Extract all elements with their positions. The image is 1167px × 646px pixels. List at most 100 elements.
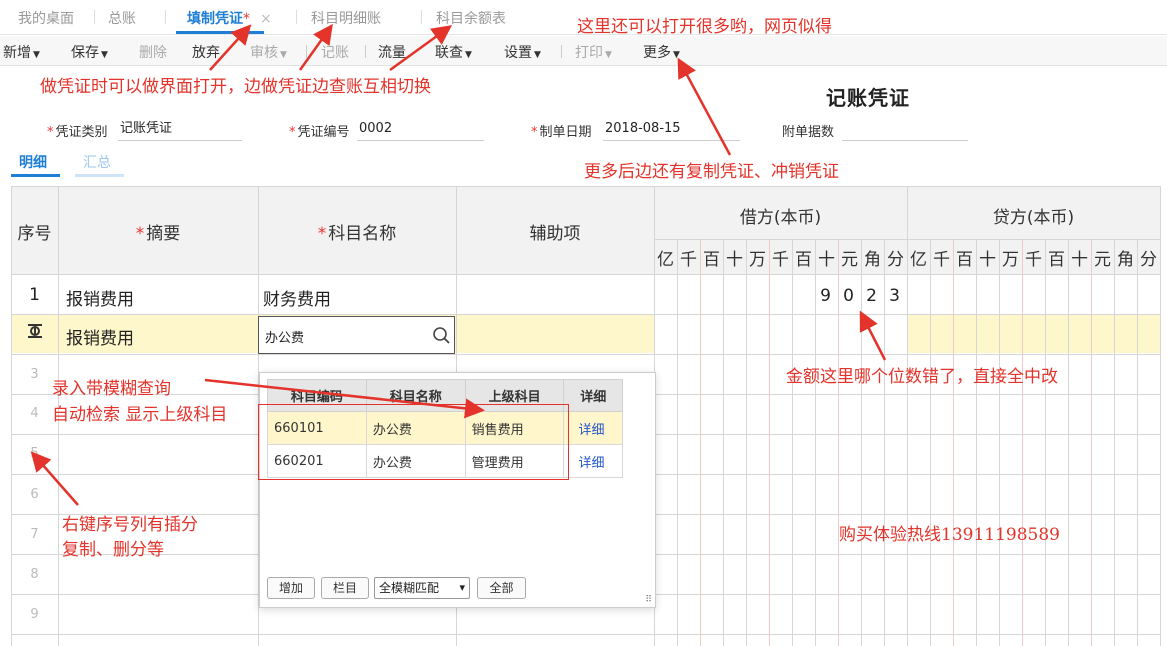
grid-hline: [11, 274, 1160, 275]
row-1-debit-digit[interactable]: 2: [860, 286, 883, 306]
required-mark: *: [317, 224, 327, 244]
tab-account-detail[interactable]: 科目明细账: [311, 8, 381, 28]
discard-button[interactable]: 放弃: [192, 42, 220, 62]
row-seq[interactable]: 4: [11, 406, 58, 421]
add-account-button[interactable]: 增加: [267, 577, 315, 599]
row-1-debit-digit[interactable]: 0: [837, 286, 860, 306]
digit-header: 十: [818, 250, 835, 270]
row-seq[interactable]: 3: [11, 367, 58, 382]
chevron-down-icon: ▾: [459, 581, 465, 594]
voucher-number-field[interactable]: 0002: [357, 119, 484, 141]
required-mark: *: [289, 125, 296, 140]
tab-close-icon[interactable]: ×: [260, 11, 272, 27]
annotation-box: [258, 404, 569, 480]
entry-date-label: * 制单日期: [531, 121, 592, 140]
linked-query-label: 联查: [435, 45, 463, 61]
chevron-down-icon: ▼: [605, 50, 612, 60]
suggest-detail-link[interactable]: 详细: [563, 444, 623, 478]
digit-header: 千: [680, 250, 697, 270]
row-seq[interactable]: 9: [11, 607, 58, 622]
show-all-button[interactable]: 全部: [477, 577, 526, 599]
attachments-label: 附单据数: [782, 125, 835, 140]
voucher-type-field[interactable]: 记账凭证: [118, 119, 242, 141]
cashflow-button[interactable]: 流量: [378, 42, 406, 62]
audit-label: 审核: [250, 45, 278, 61]
chevron-down-icon: ▼: [465, 50, 472, 60]
grid-vline: [792, 239, 793, 646]
chevron-down-icon: ▼: [280, 50, 287, 60]
annotation-rightclick-2: 复制、删分等: [62, 540, 164, 560]
settings-button[interactable]: 设置 ▼: [504, 42, 541, 62]
row-2-summary[interactable]: 报销费用: [66, 324, 134, 349]
grid-vline: [999, 239, 1000, 646]
annotation-switch: 做凭证时可以做界面打开，边做凭证边查账互相切换: [40, 77, 431, 97]
settings-label: 设置: [504, 45, 532, 61]
voucher-number-label-text: 凭证编号: [297, 125, 350, 140]
delete-button[interactable]: 删除: [139, 42, 167, 62]
columns-button[interactable]: 栏目: [321, 577, 369, 599]
grid-vline: [769, 239, 770, 646]
post-button[interactable]: 记账: [321, 42, 349, 62]
audit-button[interactable]: 审核 ▼: [250, 42, 287, 62]
tab-summary[interactable]: 汇总: [83, 152, 111, 172]
grid-vline: [976, 239, 977, 646]
print-button[interactable]: 打印 ▼: [575, 42, 612, 62]
tab-account-balance[interactable]: 科目余额表: [436, 8, 506, 28]
row-1-debit-digit[interactable]: 3: [883, 286, 906, 306]
grid-vline: [930, 239, 931, 646]
save-button[interactable]: 保存 ▼: [71, 42, 108, 62]
toolbar-separator: [365, 45, 366, 58]
row-highlight-credit: [907, 315, 1160, 353]
entry-date-label-text: 制单日期: [539, 125, 592, 140]
grid-vline: [1114, 239, 1115, 646]
tab-separator: [296, 10, 297, 24]
row-action-icon[interactable]: [26, 322, 44, 340]
row-seq[interactable]: 6: [11, 487, 58, 502]
col-header-summary-text: 摘要: [146, 224, 181, 244]
col-header-debit: 借方(本币): [739, 208, 822, 228]
row-seq[interactable]: 5: [11, 446, 58, 461]
tab-detail[interactable]: 明细: [19, 152, 47, 172]
row-seq[interactable]: 8: [11, 567, 58, 582]
tab-desktop[interactable]: 我的桌面: [18, 8, 74, 28]
row-seq[interactable]: 7: [11, 527, 58, 542]
resize-grip-icon[interactable]: ⠿: [645, 595, 652, 605]
annotation-rightclick-1: 右键序号列有插分: [62, 515, 198, 535]
search-icon[interactable]: [432, 326, 452, 346]
digit-header: 千: [1025, 250, 1042, 270]
print-label: 打印: [575, 45, 603, 61]
more-button[interactable]: 更多 ▼: [643, 42, 680, 62]
account-input-value: 办公费: [265, 331, 305, 346]
grid-hline: [11, 314, 1160, 315]
subtab-indicator: [11, 174, 60, 177]
grid-vline: [746, 239, 747, 646]
new-button[interactable]: 新增 ▼: [3, 42, 40, 62]
account-input[interactable]: 办公费: [258, 316, 455, 354]
digit-header: 亿: [657, 250, 674, 270]
voucher-type-label: * 凭证类别: [47, 121, 108, 140]
tab-general-ledger[interactable]: 总账: [108, 8, 136, 28]
match-mode-select[interactable]: 全模糊匹配 ▾: [374, 577, 470, 599]
digit-header: 十: [1071, 250, 1088, 270]
digit-header: 百: [703, 250, 720, 270]
voucher-number-label: * 凭证编号: [289, 121, 350, 140]
tab-voucher-entry[interactable]: 填制凭证* ×: [187, 8, 272, 28]
grid-vline: [723, 239, 724, 646]
subtab-underline: [75, 174, 124, 177]
suggest-detail-link[interactable]: 详细: [563, 411, 623, 445]
entry-date-field[interactable]: 2018-08-15: [603, 119, 740, 141]
attachments-field[interactable]: [842, 119, 968, 141]
annotation-amount: 金额这里哪个位数错了，直接全中改: [786, 367, 1058, 387]
row-1-summary[interactable]: 报销费用: [66, 285, 134, 310]
row-1-seq[interactable]: 1: [11, 285, 58, 305]
grid-vline: [1137, 239, 1138, 646]
row-1-debit-digit[interactable]: 9: [814, 286, 837, 306]
digit-header: 元: [841, 250, 858, 270]
digit-header: 百: [956, 250, 973, 270]
col-header-summary: * 摘要: [58, 219, 258, 244]
match-mode-value: 全模糊匹配: [379, 581, 440, 595]
tab-separator: [165, 10, 166, 24]
toolbar-separator: [306, 45, 307, 58]
row-1-account[interactable]: 财务费用: [263, 285, 331, 310]
linked-query-button[interactable]: 联查 ▼: [435, 42, 472, 62]
